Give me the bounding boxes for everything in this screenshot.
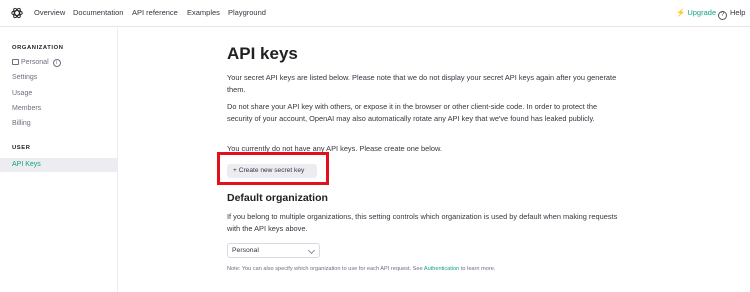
- default-organization-description: If you belong to multiple organizations,…: [227, 212, 618, 233]
- sidebar-item-usage[interactable]: Usage: [12, 90, 32, 97]
- openai-logo-icon[interactable]: [10, 6, 24, 20]
- help-link[interactable]: ? Help: [718, 8, 745, 20]
- api-keys-intro: Your secret API keys are listed below. P…: [227, 73, 617, 94]
- upgrade-link[interactable]: ⚡ Upgrade: [676, 8, 716, 17]
- sidebar: ORGANIZATION Personal i Settings Usage Me…: [0, 28, 118, 292]
- upgrade-label: Upgrade: [687, 8, 717, 17]
- api-keys-warning: Do not share your API key with others, o…: [227, 102, 598, 123]
- sidebar-item-api-keys[interactable]: API Keys: [0, 158, 117, 172]
- default-organization-heading: Default organization: [227, 192, 328, 204]
- sidebar-heading-user: USER: [12, 145, 31, 151]
- sidebar-item-settings[interactable]: Settings: [12, 74, 37, 81]
- top-nav: Overview Documentation API reference Exa…: [0, 0, 750, 27]
- default-organization-value: Personal: [232, 247, 259, 254]
- org-switcher[interactable]: Personal i: [12, 59, 61, 67]
- nav-examples[interactable]: Examples: [187, 8, 220, 17]
- nav-overview[interactable]: Overview: [34, 8, 65, 17]
- nav-documentation[interactable]: Documentation: [73, 8, 123, 17]
- note-suffix: to learn more.: [459, 266, 496, 272]
- sidebar-heading-organization: ORGANIZATION: [12, 45, 64, 51]
- sidebar-item-label: API Keys: [12, 161, 41, 168]
- sidebar-item-billing[interactable]: Billing: [12, 120, 31, 127]
- org-name: Personal: [21, 59, 49, 66]
- nav-playground[interactable]: Playground: [228, 8, 266, 17]
- organization-note: Note: You can also specify which organiz…: [227, 266, 495, 272]
- info-icon[interactable]: i: [52, 59, 61, 67]
- highlight-box: [217, 152, 329, 185]
- page-title: API keys: [227, 44, 298, 63]
- bolt-icon: ⚡: [676, 8, 686, 17]
- sidebar-item-members[interactable]: Members: [12, 105, 41, 112]
- building-icon: [12, 59, 19, 65]
- nav-api-reference[interactable]: API reference: [132, 8, 178, 17]
- chevron-down-icon: [307, 246, 316, 255]
- default-organization-select[interactable]: Personal: [227, 243, 320, 258]
- note-prefix: Note: You can also specify which organiz…: [227, 266, 424, 272]
- authentication-link[interactable]: Authentication: [424, 266, 459, 272]
- help-circle-icon: ?: [718, 11, 727, 20]
- help-label: Help: [730, 8, 746, 17]
